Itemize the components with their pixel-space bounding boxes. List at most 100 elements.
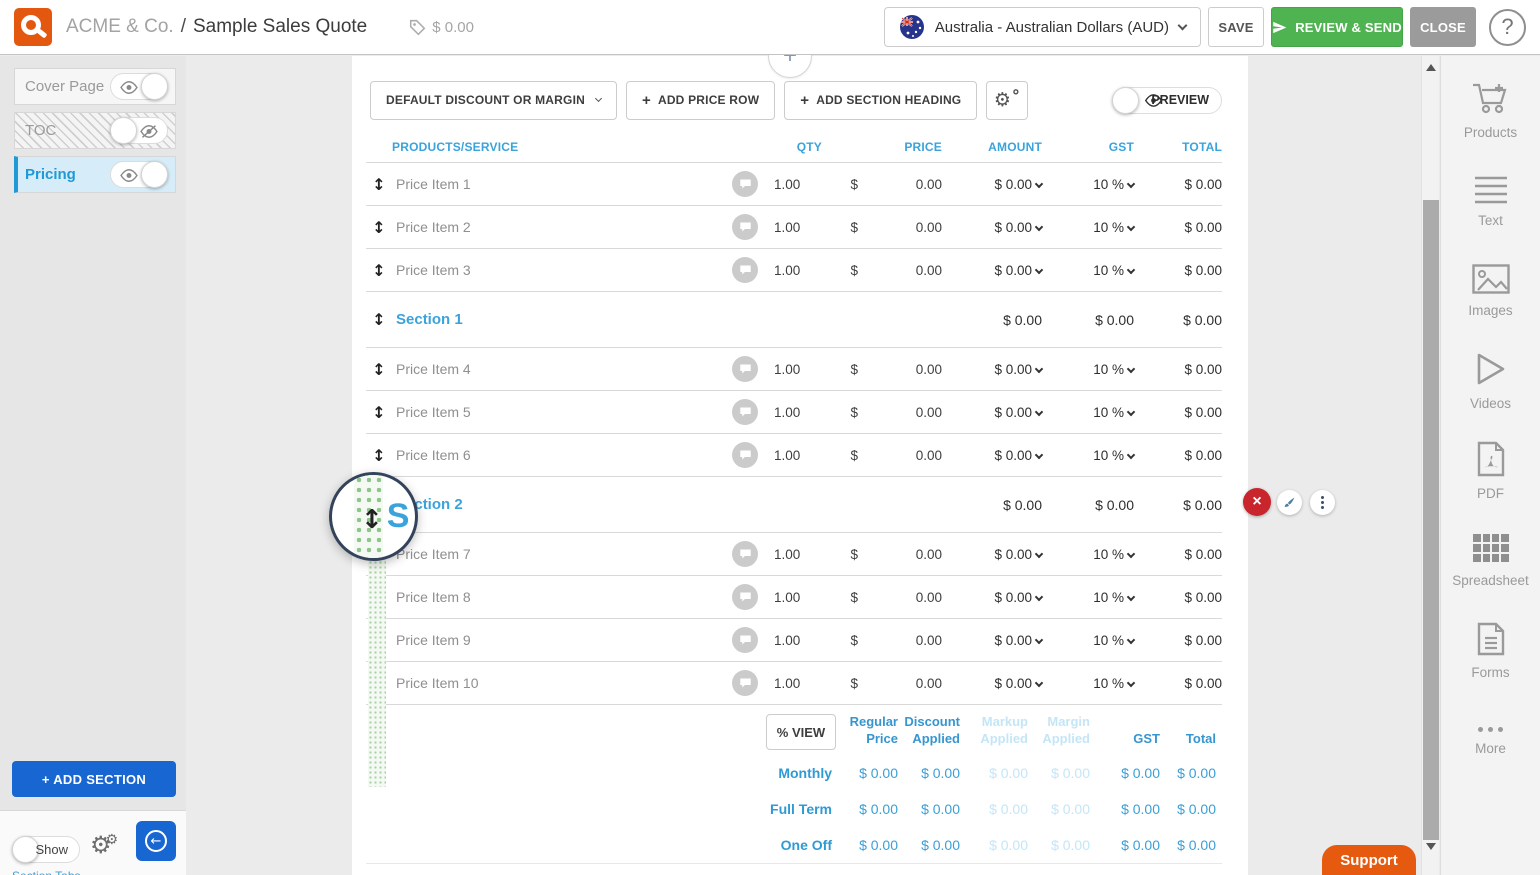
help-button[interactable]: ?: [1489, 9, 1526, 46]
price-field[interactable]: 0.00: [866, 676, 942, 691]
style-brush-button[interactable]: [1277, 490, 1302, 515]
more-options-button[interactable]: [1310, 490, 1335, 515]
drag-handle-icon[interactable]: ↕: [366, 403, 392, 422]
collapse-sidebar-button[interactable]: ←: [136, 821, 176, 861]
qty-field[interactable]: 1.00: [766, 676, 830, 691]
gst-dropdown[interactable]: 10 %: [1042, 177, 1134, 192]
amount-dropdown[interactable]: $ 0.00: [942, 448, 1042, 463]
comment-bubble-icon[interactable]: [732, 171, 758, 197]
discount-margin-dropdown[interactable]: DEFAULT DISCOUNT OR MARGIN: [370, 81, 617, 120]
price-field[interactable]: 0.00: [866, 448, 942, 463]
price-field[interactable]: 0.00: [866, 220, 942, 235]
content-scrollbar[interactable]: [1421, 56, 1439, 875]
section-name-field[interactable]: Section 1: [392, 311, 942, 328]
price-field[interactable]: 0.00: [866, 590, 942, 605]
delete-block-button[interactable]: ×: [1243, 488, 1271, 516]
item-name-field[interactable]: Price Item 7: [392, 546, 732, 562]
amount-dropdown[interactable]: $ 0.00: [942, 177, 1042, 192]
add-section-heading-button[interactable]: + ADD SECTION HEADING: [784, 81, 977, 120]
comment-bubble-icon[interactable]: [732, 214, 758, 240]
amount-dropdown[interactable]: $ 0.00: [942, 676, 1042, 691]
sidebar-item-videos[interactable]: Videos: [1441, 336, 1540, 426]
qty-field[interactable]: 1.00: [766, 590, 830, 605]
visibility-toggle[interactable]: [110, 161, 168, 188]
support-button[interactable]: Support: [1322, 845, 1416, 875]
gst-dropdown[interactable]: 10 %: [1042, 590, 1134, 605]
drag-handle-icon[interactable]: ↕: [366, 261, 392, 280]
item-name-field[interactable]: Price Item 4: [392, 361, 732, 377]
drag-handle-icon[interactable]: ↕: [366, 218, 392, 237]
drag-handle-icon[interactable]: ↕: [366, 446, 392, 465]
sidebar-item-more[interactable]: More: [1441, 696, 1540, 786]
price-field[interactable]: 0.00: [866, 263, 942, 278]
qty-field[interactable]: 1.00: [766, 220, 830, 235]
item-name-field[interactable]: Price Item 8: [392, 589, 732, 605]
comment-bubble-icon[interactable]: [732, 670, 758, 696]
sidebar-item-pricing[interactable]: Pricing: [14, 156, 176, 193]
item-name-field[interactable]: Price Item 1: [392, 176, 732, 192]
preview-toggle[interactable]: PREVIEW: [1112, 87, 1222, 114]
drag-handle-icon[interactable]: ↕: [366, 360, 392, 379]
item-name-field[interactable]: Price Item 10: [392, 675, 732, 691]
amount-dropdown[interactable]: $ 0.00: [942, 220, 1042, 235]
price-field[interactable]: 0.00: [866, 405, 942, 420]
amount-dropdown[interactable]: $ 0.00: [942, 263, 1042, 278]
qty-field[interactable]: 1.00: [766, 448, 830, 463]
gst-dropdown[interactable]: 10 %: [1042, 633, 1134, 648]
qty-field[interactable]: 1.00: [766, 633, 830, 648]
gst-dropdown[interactable]: 10 %: [1042, 263, 1134, 278]
currency-selector[interactable]: Australia - Australian Dollars (AUD): [884, 7, 1201, 47]
price-field[interactable]: 0.00: [866, 547, 942, 562]
sidebar-item-cover-page[interactable]: Cover Page: [14, 68, 176, 105]
sidebar-item-forms[interactable]: Forms: [1441, 606, 1540, 696]
review-send-button[interactable]: REVIEW & SEND: [1271, 7, 1403, 47]
amount-dropdown[interactable]: $ 0.00: [942, 547, 1042, 562]
sidebar-item-toc[interactable]: TOC: [14, 112, 176, 149]
table-settings-button[interactable]: ⚙˚: [986, 81, 1028, 120]
qty-field[interactable]: 1.00: [766, 547, 830, 562]
scroll-down-button[interactable]: [1426, 843, 1436, 850]
gst-dropdown[interactable]: 10 %: [1042, 547, 1134, 562]
sidebar-item-images[interactable]: Images: [1441, 246, 1540, 336]
amount-dropdown[interactable]: $ 0.00: [942, 362, 1042, 377]
item-name-field[interactable]: Price Item 6: [392, 447, 732, 463]
sidebar-item-products[interactable]: Products: [1441, 66, 1540, 156]
visibility-toggle[interactable]: [110, 73, 168, 100]
comment-bubble-icon[interactable]: [732, 627, 758, 653]
add-section-button[interactable]: + ADD SECTION: [12, 761, 176, 797]
item-name-field[interactable]: Price Item 2: [392, 219, 732, 235]
price-field[interactable]: 0.00: [866, 362, 942, 377]
percent-view-button[interactable]: % VIEW: [766, 714, 836, 750]
item-name-field[interactable]: Price Item 9: [392, 632, 732, 648]
comment-bubble-icon[interactable]: [732, 584, 758, 610]
scroll-up-button[interactable]: [1426, 64, 1436, 71]
comment-bubble-icon[interactable]: [732, 541, 758, 567]
gst-dropdown[interactable]: 10 %: [1042, 220, 1134, 235]
gst-dropdown[interactable]: 10 %: [1042, 448, 1134, 463]
item-name-field[interactable]: Price Item 5: [392, 404, 732, 420]
qty-field[interactable]: 1.00: [766, 263, 830, 278]
price-field[interactable]: 0.00: [866, 177, 942, 192]
amount-dropdown[interactable]: $ 0.00: [942, 633, 1042, 648]
comment-bubble-icon[interactable]: [732, 356, 758, 382]
show-section-tabs-toggle[interactable]: Show: [12, 836, 80, 863]
save-button[interactable]: SAVE: [1208, 7, 1264, 47]
add-price-row-button[interactable]: + ADD PRICE ROW: [626, 81, 775, 120]
gst-dropdown[interactable]: 10 %: [1042, 405, 1134, 420]
sidebar-item-pdf[interactable]: PDF: [1441, 426, 1540, 516]
comment-bubble-icon[interactable]: [732, 442, 758, 468]
item-name-field[interactable]: Price Item 3: [392, 262, 732, 278]
drag-handle-icon[interactable]: ↕: [366, 175, 392, 194]
drag-handle-icon[interactable]: ↕: [366, 310, 392, 329]
comment-bubble-icon[interactable]: [732, 257, 758, 283]
sidebar-item-text[interactable]: Text: [1441, 156, 1540, 246]
gst-dropdown[interactable]: 10 %: [1042, 362, 1134, 377]
close-button[interactable]: CLOSE: [1410, 7, 1476, 47]
sidebar-item-spreadsheet[interactable]: Spreadsheet: [1441, 516, 1540, 606]
settings-gears-icon[interactable]: ⚙⚙: [90, 831, 124, 859]
qty-field[interactable]: 1.00: [766, 362, 830, 377]
section-name-field[interactable]: Section 2: [392, 496, 942, 513]
qty-field[interactable]: 1.00: [766, 405, 830, 420]
amount-dropdown[interactable]: $ 0.00: [942, 405, 1042, 420]
price-field[interactable]: 0.00: [866, 633, 942, 648]
